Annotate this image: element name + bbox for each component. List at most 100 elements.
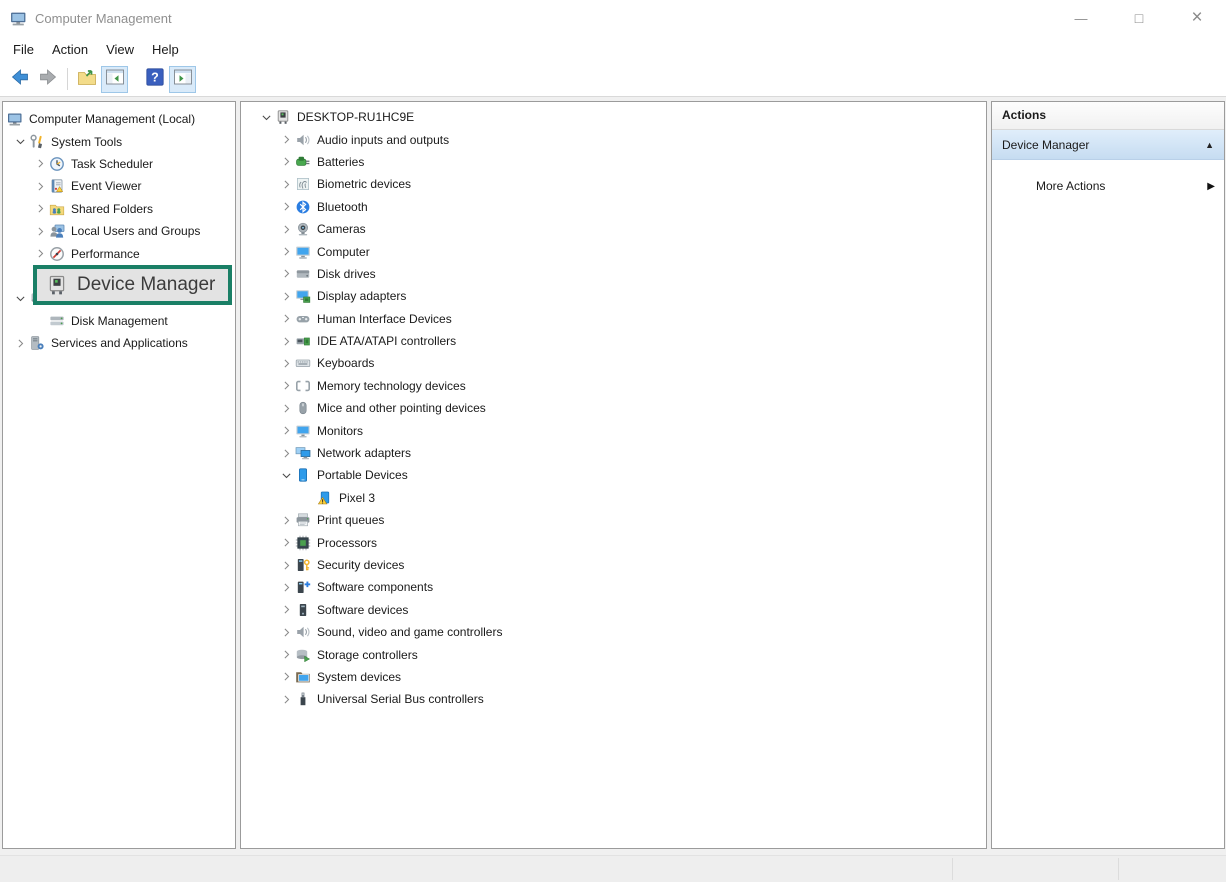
tree-item-human-interface-devices[interactable]: Human Interface Devices [241, 308, 986, 330]
chevron-right-icon[interactable] [277, 603, 295, 616]
tree-item-monitors[interactable]: Monitors [241, 419, 986, 441]
tree-item-storage-controllers[interactable]: Storage controllers [241, 643, 986, 665]
chevron-right-icon[interactable] [277, 200, 295, 213]
chevron-down-icon[interactable] [277, 469, 295, 482]
tree-item-memory-technology-devices[interactable]: Memory technology devices [241, 375, 986, 397]
tree-item-label: Task Scheduler [71, 157, 153, 171]
tree-item-network-adapters[interactable]: Network adapters [241, 442, 986, 464]
tree-item-label: Memory technology devices [317, 379, 466, 393]
collapse-arrow-icon[interactable]: ▲ [1205, 140, 1214, 150]
tree-item-computer-management-local[interactable]: Computer Management (Local) [3, 108, 235, 130]
tree-item-software-components[interactable]: Software components [241, 576, 986, 598]
tree-item-label: Disk drives [317, 267, 376, 281]
help-button[interactable]: ? [141, 66, 168, 93]
chevron-down-icon[interactable] [257, 111, 275, 124]
chevron-right-icon[interactable] [11, 337, 29, 350]
chevron-right-icon[interactable] [277, 312, 295, 325]
tree-item-universal-serial-bus-controllers[interactable]: Universal Serial Bus controllers [241, 688, 986, 710]
tree-item-biometric-devices[interactable]: Biometric devices [241, 173, 986, 195]
tree-item-print-queues[interactable]: Print queues [241, 509, 986, 531]
chevron-right-icon[interactable] [277, 424, 295, 437]
tree-item-performance[interactable]: Performance [3, 242, 235, 264]
menu-view[interactable]: View [97, 39, 143, 60]
chevron-right-icon[interactable] [277, 402, 295, 415]
close-button[interactable]: × [1168, 0, 1226, 36]
tree-item-keyboards[interactable]: Keyboards [241, 352, 986, 374]
tree-item-shared-folders[interactable]: Shared Folders [3, 198, 235, 220]
tree-item-audio-inputs-and-outputs[interactable]: Audio inputs and outputs [241, 128, 986, 150]
show-console-tree-button[interactable] [101, 66, 128, 93]
tree-item-sound-video-and-game-controllers[interactable]: Sound, video and game controllers [241, 621, 986, 643]
software-component-icon [295, 579, 311, 595]
computer-management-icon [7, 111, 23, 127]
tree-item-local-users-and-groups[interactable]: Local Users and Groups [3, 220, 235, 242]
maximize-button[interactable]: □ [1110, 0, 1168, 36]
tree-item-processors[interactable]: Processors [241, 531, 986, 553]
chevron-right-icon[interactable] [277, 245, 295, 258]
back-button[interactable] [6, 66, 33, 93]
expand-arrow-icon: ▶ [1207, 181, 1215, 192]
tree-item-batteries[interactable]: Batteries [241, 151, 986, 173]
tree-item-event-viewer[interactable]: Event Viewer [3, 175, 235, 197]
chevron-right-icon[interactable] [31, 202, 49, 215]
shared-folders-icon [49, 201, 65, 217]
chevron-down-icon[interactable] [11, 135, 29, 148]
event-viewer-icon [49, 178, 65, 194]
chevron-right-icon[interactable] [277, 447, 295, 460]
tree-item-task-scheduler[interactable]: Task Scheduler [3, 153, 235, 175]
tree-item-system-tools[interactable]: System Tools [3, 130, 235, 152]
chevron-right-icon[interactable] [277, 267, 295, 280]
chevron-right-icon[interactable] [277, 379, 295, 392]
chevron-right-icon[interactable] [277, 223, 295, 236]
tree-item-mice-and-other-pointing-devices[interactable]: Mice and other pointing devices [241, 397, 986, 419]
menu-help[interactable]: Help [143, 39, 188, 60]
tree-item-desktop-ru1hc9e[interactable]: DESKTOP-RU1HC9E [241, 106, 986, 128]
chevron-right-icon[interactable] [277, 670, 295, 683]
tree-item-display-adapters[interactable]: Display adapters [241, 285, 986, 307]
computer-root-icon [275, 109, 291, 125]
chevron-right-icon[interactable] [277, 626, 295, 639]
forward-button[interactable] [34, 66, 61, 93]
tree-item-ide-ata-atapi-controllers[interactable]: IDE ATA/ATAPI controllers [241, 330, 986, 352]
minimize-button[interactable]: — [1052, 0, 1110, 36]
chevron-right-icon[interactable] [277, 559, 295, 572]
chevron-right-icon[interactable] [31, 157, 49, 170]
tree-item-pixel-3[interactable]: Pixel 3 [241, 487, 986, 509]
show-action-pane-button[interactable] [169, 66, 196, 93]
chevron-right-icon[interactable] [277, 133, 295, 146]
performance-icon [49, 246, 65, 262]
chevron-right-icon[interactable] [277, 693, 295, 706]
keyboard-icon [295, 355, 311, 371]
tree-item-cameras[interactable]: Cameras [241, 218, 986, 240]
menu-file[interactable]: File [4, 39, 43, 60]
chevron-right-icon[interactable] [277, 178, 295, 191]
chevron-right-icon[interactable] [277, 335, 295, 348]
menu-action[interactable]: Action [43, 39, 97, 60]
tree-item-security-devices[interactable]: Security devices [241, 554, 986, 576]
chevron-right-icon[interactable] [277, 581, 295, 594]
actions-section-device-manager[interactable]: Device Manager ▲ [992, 130, 1224, 160]
chevron-right-icon[interactable] [277, 536, 295, 549]
chevron-right-icon[interactable] [277, 155, 295, 168]
annotation-highlight-device-manager: Device Manager [33, 265, 232, 305]
tree-item-software-devices[interactable]: Software devices [241, 599, 986, 621]
export-list-button[interactable] [73, 66, 100, 93]
tree-item-services-and-applications[interactable]: Services and Applications [3, 332, 235, 354]
tree-item-disk-drives[interactable]: Disk drives [241, 263, 986, 285]
chevron-right-icon[interactable] [277, 357, 295, 370]
tree-item-system-devices[interactable]: System devices [241, 666, 986, 688]
chevron-right-icon[interactable] [31, 247, 49, 260]
disk-management-icon [49, 313, 65, 329]
tree-item-disk-management[interactable]: Disk Management [3, 310, 235, 332]
tree-item-bluetooth[interactable]: Bluetooth [241, 196, 986, 218]
chevron-right-icon[interactable] [31, 225, 49, 238]
more-actions-item[interactable]: More Actions ▶ [992, 174, 1224, 198]
chevron-right-icon[interactable] [277, 514, 295, 527]
chevron-right-icon[interactable] [31, 180, 49, 193]
tree-item-computer[interactable]: Computer [241, 240, 986, 262]
tree-item-portable-devices[interactable]: Portable Devices [241, 464, 986, 486]
chevron-right-icon[interactable] [277, 648, 295, 661]
chevron-right-icon[interactable] [277, 290, 295, 303]
tree-item-label: Universal Serial Bus controllers [317, 692, 484, 706]
chevron-down-icon[interactable] [11, 292, 29, 305]
